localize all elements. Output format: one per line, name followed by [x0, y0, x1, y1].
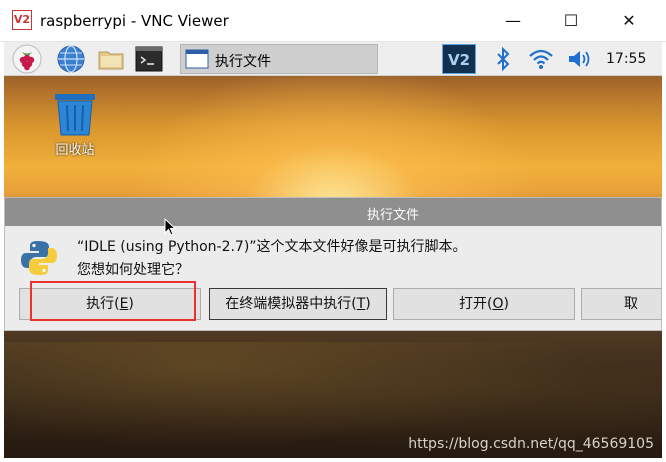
folder-icon[interactable]	[96, 44, 126, 74]
execute-in-terminal-button[interactable]: 在终端模拟器中执行(T)	[209, 288, 387, 320]
window-icon	[185, 49, 209, 69]
open-button[interactable]: 打开(O)	[393, 288, 575, 320]
taskbar-item-execute-file[interactable]: 执行文件	[180, 44, 378, 74]
pi-taskbar: 执行文件 V2 17:55	[4, 42, 662, 76]
trash-can-icon	[55, 94, 95, 136]
dialog-message-line2: 您想如何处理它？	[77, 262, 189, 278]
dialog-message-line1: “IDLE (using Python-2.7)”这个文本文件好像是可执行脚本。	[77, 239, 467, 255]
close-button[interactable]: ✕	[606, 6, 652, 36]
bluetooth-icon[interactable]	[488, 44, 518, 74]
globe-icon[interactable]	[56, 44, 86, 74]
clock: 17:55	[606, 51, 647, 67]
dialog-title: 执行文件	[366, 208, 419, 223]
trash-label: 回收站	[55, 143, 95, 158]
taskbar-item-label: 执行文件	[215, 54, 271, 70]
python-icon	[19, 238, 59, 278]
raspberry-menu-icon[interactable]	[12, 44, 42, 74]
terminal-button-close-paren: )	[365, 296, 371, 312]
volume-icon[interactable]	[564, 44, 594, 74]
minimize-button[interactable]: —	[490, 6, 536, 36]
watermark: https://blog.csdn.net/qq_46569105	[408, 436, 654, 452]
open-button-close-paren: )	[503, 296, 509, 312]
highlight-annotation-box	[30, 281, 196, 321]
window-titlebar: V2 raspberrypi - VNC Viewer — ☐ ✕	[0, 0, 666, 42]
cancel-button[interactable]: 取	[581, 288, 661, 320]
wifi-icon[interactable]	[526, 44, 556, 74]
dialog-titlebar[interactable]: 执行文件	[5, 198, 661, 226]
window-title: raspberrypi - VNC Viewer	[40, 12, 229, 30]
vnc-server-icon[interactable]: V2	[442, 44, 476, 74]
open-button-mnemonic: O	[492, 296, 504, 312]
maximize-button[interactable]: ☐	[548, 6, 594, 36]
terminal-icon[interactable]	[134, 44, 164, 74]
open-button-label: 打开(	[459, 296, 493, 312]
terminal-button-mnemonic: T	[356, 296, 366, 312]
terminal-button-label: 在终端模拟器中执行(	[225, 296, 357, 312]
cancel-button-label: 取	[624, 296, 638, 312]
mouse-cursor-icon	[164, 218, 176, 236]
vnc-viewer-logo-icon: V2	[12, 10, 32, 30]
